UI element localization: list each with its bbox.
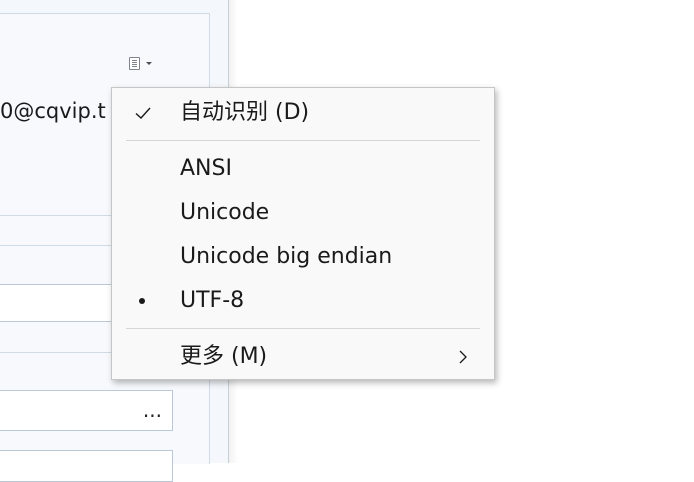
menu-item-unicode[interactable]: Unicode xyxy=(112,193,494,233)
document-icon xyxy=(129,57,140,70)
menu-item-label: 更多 (M) xyxy=(180,344,268,369)
menu-item-label: UTF-8 xyxy=(180,288,245,313)
menu-item-unicode-big-endian[interactable]: Unicode big endian xyxy=(112,237,494,277)
encoding-button[interactable] xyxy=(129,56,153,72)
browse-button[interactable]: ... xyxy=(143,396,162,424)
caret-down-icon xyxy=(146,62,152,65)
menu-item-label: Unicode xyxy=(180,200,270,225)
menu-item-label: Unicode big endian xyxy=(180,244,393,269)
menu-separator xyxy=(126,140,480,141)
menu-separator xyxy=(126,328,480,329)
menu-item-utf8[interactable]: UTF-8 xyxy=(112,281,494,321)
chevron-right-icon xyxy=(459,350,467,364)
encoding-context-menu: 自动识别 (D) ANSI Unicode Unicode big endian… xyxy=(111,87,495,380)
checkmark-icon xyxy=(135,107,151,119)
menu-item-auto-detect[interactable]: 自动识别 (D) xyxy=(112,93,494,133)
radio-bullet-icon xyxy=(139,298,145,304)
email-address-text: 0@cqvip.t xyxy=(0,99,106,123)
menu-item-more[interactable]: 更多 (M) xyxy=(112,337,494,377)
menu-item-label: 自动识别 (D) xyxy=(180,100,310,125)
text-field[interactable] xyxy=(0,450,173,482)
menu-item-ansi[interactable]: ANSI xyxy=(112,149,494,189)
menu-item-label: ANSI xyxy=(180,156,232,181)
attachment-path-field[interactable]: ... xyxy=(0,390,173,431)
